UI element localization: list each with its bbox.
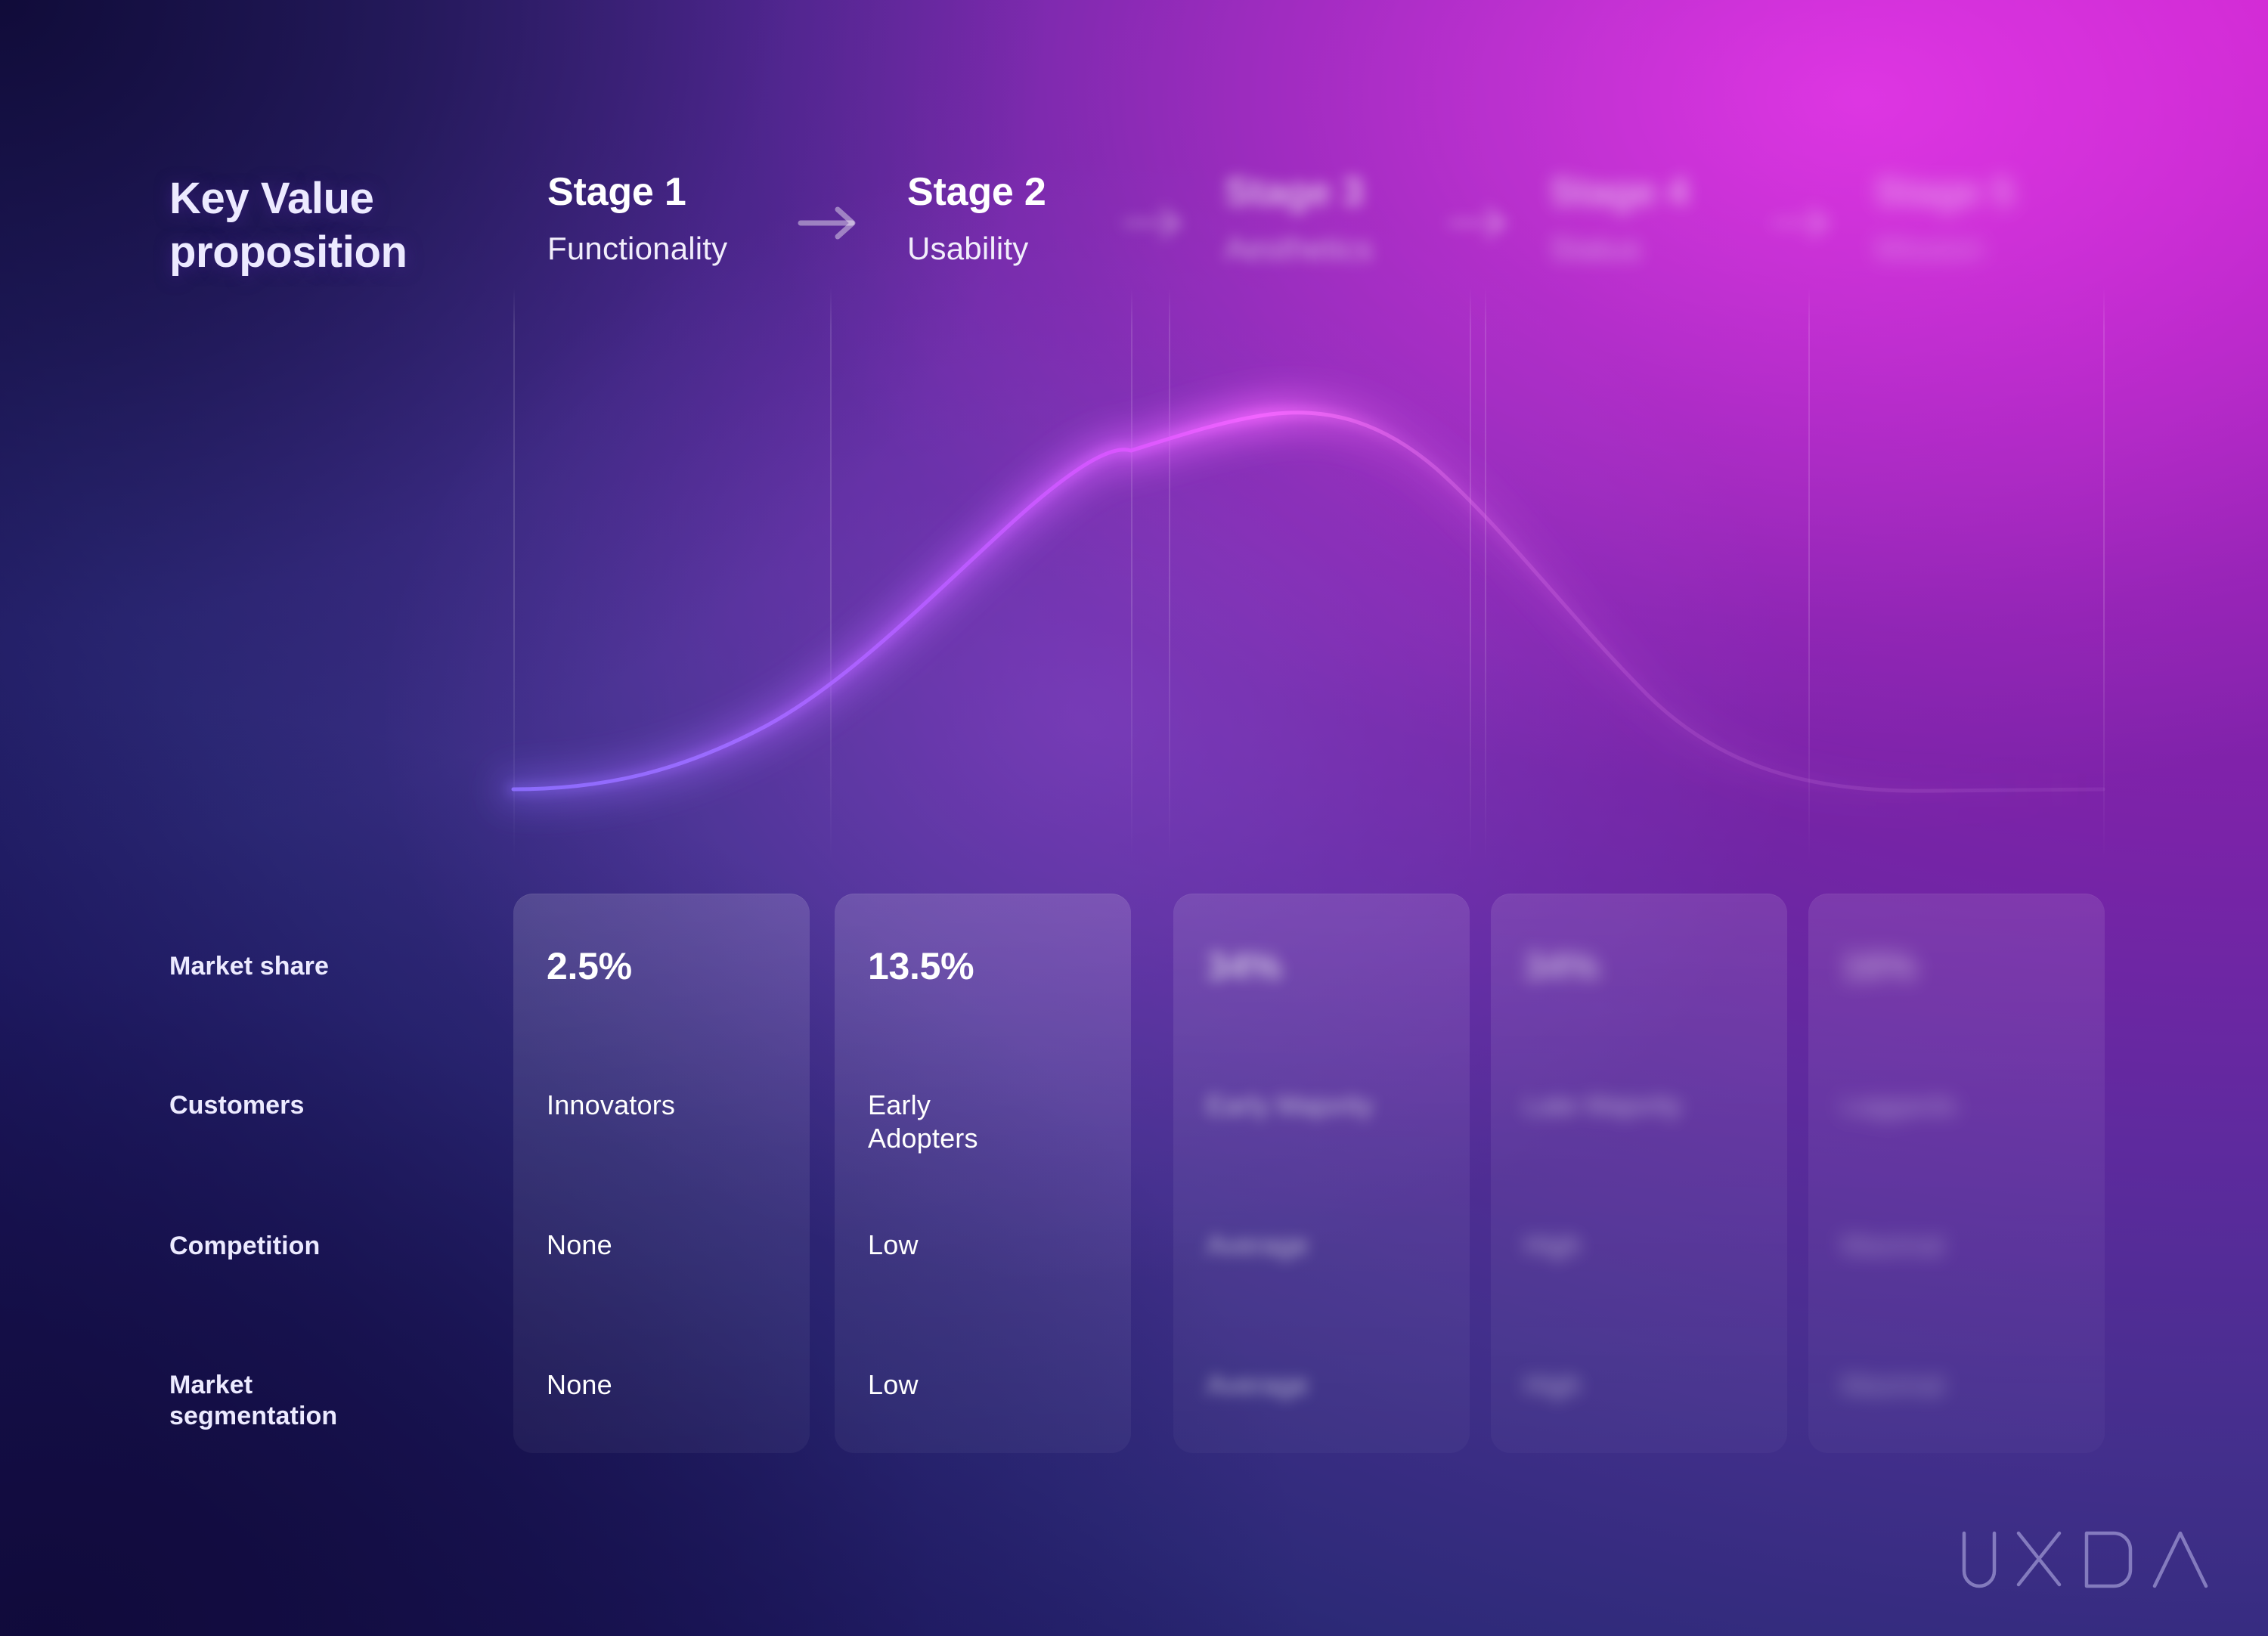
page-title: Key Value proposition [169, 172, 525, 280]
cell-text: Laggards [1842, 1089, 1957, 1120]
row-label-competition: Competition [169, 1231, 487, 1262]
grid-line-6 [1485, 287, 1486, 862]
cell-market-segmentation-1: None [547, 1369, 612, 1400]
arrow-right-icon [1771, 206, 1829, 240]
uxda-logo [1962, 1531, 2208, 1588]
arrow-right-icon [798, 206, 856, 240]
cell-customers-1: Innovators [547, 1089, 675, 1122]
grid-line-4 [1169, 287, 1170, 862]
slide-canvas: Key Value proposition Stage 1 Functional… [0, 0, 2268, 1636]
cell-market-share-3: 34% [1207, 945, 1282, 987]
row-label-text-2: segmentation [169, 1402, 338, 1431]
cell-competition-5: Maximal [1842, 1229, 1944, 1260]
row-label-market-segmentation: Market segmentation [169, 1370, 487, 1433]
row-label-text: Market [169, 1371, 253, 1399]
cell-market-share-1: 2.5% [547, 945, 632, 987]
cell-competition-2: Low [868, 1229, 919, 1260]
page-title-line1: Key Value [169, 174, 374, 223]
grid-line-5 [1470, 287, 1471, 862]
stage-desc-5: Mission [1875, 231, 1984, 266]
grid-line-2 [830, 287, 832, 862]
row-label-text: Competition [169, 1232, 321, 1260]
stage-header-5[interactable]: Stage 5 Mission [1875, 172, 2192, 265]
cell-competition-4: High [1524, 1229, 1581, 1260]
cell-market-segmentation-4: High [1524, 1369, 1581, 1400]
row-label-market-share: Market share [169, 951, 487, 982]
cell-market-share-4: 34% [1524, 945, 1600, 987]
cell-text: Early Majority [1207, 1089, 1374, 1120]
cell-customers-3: Early Majority [1207, 1089, 1509, 1122]
cell-text-2: Adopters [868, 1122, 978, 1154]
arrow-right-icon [1448, 206, 1506, 240]
grid-line-8 [2103, 287, 2105, 862]
row-label-text: Customers [169, 1091, 305, 1120]
cell-customers-5: Laggards [1842, 1089, 2144, 1122]
row-label-customers: Customers [169, 1090, 487, 1121]
grid-line-7 [1808, 287, 1810, 862]
cell-customers-2: Early Adopters [868, 1089, 978, 1155]
cell-market-segmentation-2: Low [868, 1369, 919, 1400]
grid-line-3 [1131, 287, 1132, 862]
cell-competition-1: None [547, 1229, 612, 1260]
arrow-right-icon [1123, 206, 1181, 240]
cell-text: Innovators [547, 1089, 676, 1120]
cell-market-segmentation-5: Maximal [1842, 1369, 1944, 1400]
cell-text: Late Majority [1524, 1089, 1682, 1120]
cell-text: Early [868, 1089, 931, 1120]
cell-market-share-5: 16% [1842, 945, 1917, 987]
row-label-text: Market share [169, 952, 329, 981]
cell-customers-4: Late Majority [1524, 1089, 1826, 1122]
cell-market-segmentation-3: Average [1207, 1369, 1309, 1400]
page-title-line2: proposition [169, 227, 407, 277]
stage-name-5: Stage 5 [1875, 170, 2014, 214]
grid-line-1 [513, 287, 515, 862]
cell-competition-3: Average [1207, 1229, 1309, 1260]
cell-market-share-2: 13.5% [868, 945, 974, 987]
